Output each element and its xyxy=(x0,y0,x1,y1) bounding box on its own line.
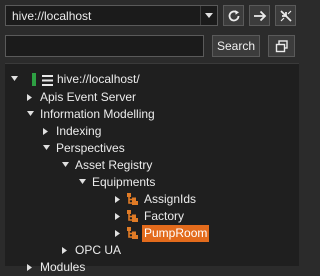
tree-node-label: Perspectives xyxy=(56,141,125,155)
tree-node[interactable]: Equipments xyxy=(5,174,295,191)
tree-node-label: AssignIds xyxy=(144,192,197,206)
chevron-expanded-icon[interactable] xyxy=(61,157,69,174)
chevron-right-icon[interactable] xyxy=(114,208,122,225)
chevron-expanded-icon[interactable] xyxy=(42,140,50,157)
tree-node[interactable]: Modules xyxy=(5,259,295,276)
search-button[interactable]: Search xyxy=(212,35,260,57)
tree-node[interactable]: Indexing xyxy=(5,123,295,140)
arrow-right-icon xyxy=(254,10,267,22)
chevron-right-icon[interactable] xyxy=(114,191,122,208)
tree-node-label: Equipments xyxy=(92,175,156,189)
copy-button[interactable] xyxy=(268,35,295,57)
chevron-right-icon[interactable] xyxy=(114,225,122,242)
tree-node[interactable]: Asset Registry xyxy=(5,157,295,174)
chevron-right-icon[interactable] xyxy=(26,259,34,276)
copy-icon xyxy=(275,40,288,53)
chevron-right-icon[interactable] xyxy=(61,242,69,259)
tree-node[interactable]: Apis Event Server xyxy=(5,89,295,106)
search-input[interactable] xyxy=(5,35,204,57)
refresh-button[interactable] xyxy=(223,5,244,26)
chevron-expanded-icon[interactable] xyxy=(26,106,34,123)
tree-node-label: Indexing xyxy=(56,124,102,138)
tree-node-label: hive://localhost/ xyxy=(57,72,140,86)
chevron-right-icon[interactable] xyxy=(42,123,50,140)
tree-node-label: Apis Event Server xyxy=(40,90,137,104)
address-dropdown-button[interactable] xyxy=(200,6,217,25)
chevron-right-icon[interactable] xyxy=(26,89,34,106)
tree-node-label: PumpRoom xyxy=(142,225,210,242)
tree-node[interactable]: OPC UA xyxy=(5,242,295,259)
tree-node-label: Factory xyxy=(144,209,185,223)
tree-node[interactable]: Perspectives xyxy=(5,140,295,157)
status-indicator xyxy=(32,73,36,86)
tree-node-root[interactable]: hive://localhost/ xyxy=(5,71,295,88)
collapse-icon xyxy=(280,10,292,22)
tree-node[interactable]: Information Modelling xyxy=(5,106,295,123)
tree-node[interactable]: AssignIds xyxy=(5,191,295,208)
tree-node-selected[interactable]: PumpRoom xyxy=(5,225,295,242)
address-field[interactable]: hive://localhost xyxy=(5,5,218,26)
tree-node-label: Modules xyxy=(40,260,86,274)
tree-node-label: OPC UA xyxy=(75,243,122,257)
navigate-button[interactable] xyxy=(249,5,270,26)
chevron-expanded-icon[interactable] xyxy=(78,174,86,191)
collapse-button[interactable] xyxy=(275,5,296,26)
tree-node-label: Asset Registry xyxy=(75,158,153,172)
chevron-expanded-icon[interactable] xyxy=(10,71,18,88)
tree-node-label: Information Modelling xyxy=(40,107,155,121)
address-value: hive://localhost xyxy=(12,9,92,23)
tree-panel: hive://localhost/ Apis Event Server Info… xyxy=(5,63,299,274)
tree-node[interactable]: Factory xyxy=(5,208,295,225)
chevron-down-icon xyxy=(205,13,213,18)
refresh-icon xyxy=(228,10,240,22)
